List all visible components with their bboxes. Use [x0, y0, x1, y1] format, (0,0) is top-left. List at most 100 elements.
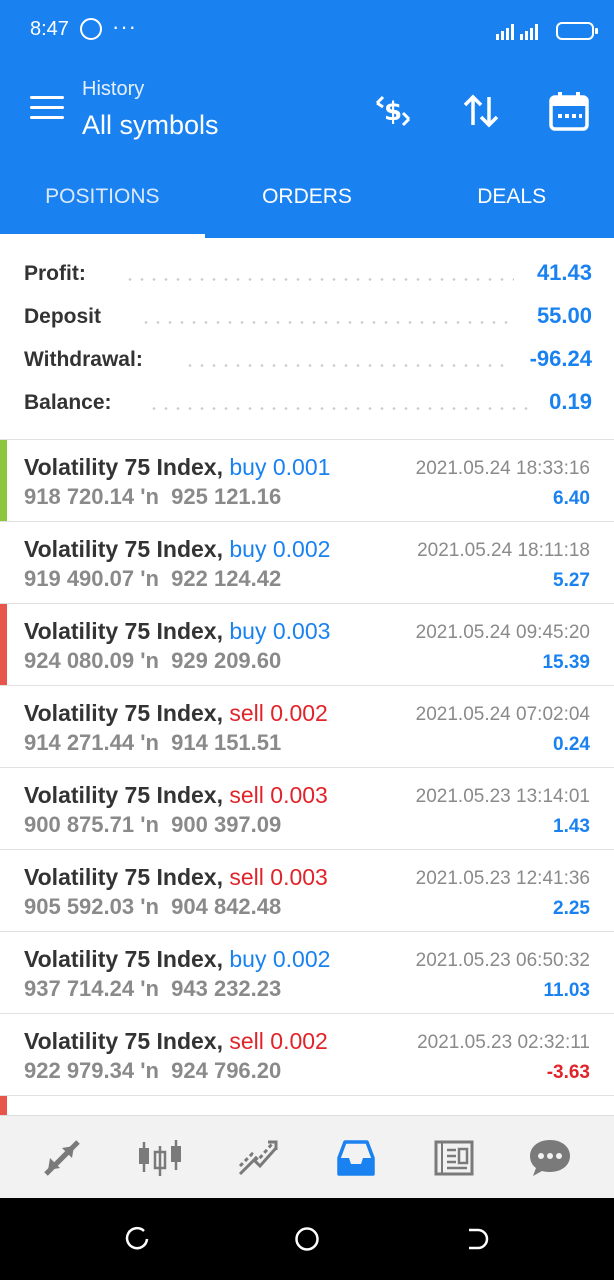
quotes-icon[interactable]	[38, 1134, 86, 1182]
position-prices: 914 271.44 'n 914 151.51	[24, 730, 281, 756]
tab-positions[interactable]: POSITIONS	[0, 156, 205, 238]
calendar-icon[interactable]	[546, 88, 592, 134]
price-arrow: 'n	[140, 484, 159, 509]
position-marker	[0, 932, 7, 1013]
trade-icon[interactable]	[234, 1134, 282, 1182]
chart-icon[interactable]	[136, 1134, 184, 1182]
position-date: 2021.05.23 12:41:36	[415, 868, 590, 889]
open-price: 919 490.07	[24, 566, 135, 591]
tab-deals[interactable]: DEALS	[409, 156, 614, 238]
position-prices: 905 592.03 'n 904 842.48	[24, 894, 281, 920]
home-icon[interactable]	[294, 1226, 320, 1252]
summary-label: Profit:	[24, 262, 86, 285]
position-row[interactable]: Volatility 75 Index, sell 0.003 905 592.…	[0, 849, 614, 931]
position-marker	[0, 768, 7, 849]
open-price: 914 271.44	[24, 730, 135, 755]
tab-orders[interactable]: ORDERS	[205, 156, 410, 238]
summary-row-profit: Profit: 41.43	[24, 254, 592, 294]
summary-label: Withdrawal:	[24, 348, 143, 371]
position-volume: sell 0.002	[229, 1028, 328, 1054]
position-symbol: Volatility 75 Index,	[24, 454, 223, 480]
summary-panel: Profit: 41.43 Deposit 55.00 Withdrawal: …	[0, 238, 614, 439]
close-price: 943 232.23	[171, 976, 282, 1001]
position-profit: 2.25	[553, 898, 590, 919]
header-title[interactable]: All symbols	[82, 110, 219, 141]
dotted-leader	[140, 321, 514, 324]
position-marker	[0, 1096, 7, 1115]
position-row[interactable]: Volatility 75 Index, buy 0.003 924 080.0…	[0, 603, 614, 685]
position-row[interactable]: Volatility 75 Index, buy 0.001 918 720.1…	[0, 439, 614, 521]
back-icon[interactable]	[464, 1226, 490, 1252]
status-time: 8:47	[30, 18, 69, 40]
price-arrow: 'n	[140, 976, 159, 1001]
position-row[interactable]: Volatility 75 Index, sell 0.002 922 979.…	[0, 1013, 614, 1095]
price-arrow: 'n	[140, 1058, 159, 1083]
position-title: Volatility 75 Index, sell 0.003	[24, 864, 328, 891]
position-prices: 922 979.34 'n 924 796.20	[24, 1058, 281, 1084]
price-arrow: 'n	[140, 566, 159, 591]
position-symbol: Volatility 75 Index,	[24, 864, 223, 890]
position-date: 2021.05.23 02:32:11	[417, 1032, 590, 1053]
dotted-leader	[148, 407, 528, 410]
close-price: 929 209.60	[171, 648, 282, 673]
position-marker	[0, 440, 7, 521]
position-title: Volatility 75 Index, buy 0.002	[24, 536, 330, 563]
position-volume: buy 0.002	[229, 946, 331, 972]
recent-apps-icon[interactable]	[124, 1226, 150, 1252]
price-arrow: 'n	[140, 894, 159, 919]
dotted-leader	[184, 364, 504, 367]
position-title: Volatility 75 Index, buy 0.001	[24, 454, 330, 481]
position-date: 2021.05.24 18:11:18	[417, 540, 590, 561]
position-symbol: Volatility 75 Index,	[24, 946, 223, 972]
summary-row-withdrawal: Withdrawal: -96.24	[24, 340, 592, 380]
position-title: Volatility 75 Index, buy 0.002	[24, 946, 330, 973]
position-symbol: Volatility 75 Index,	[24, 1028, 223, 1054]
status-bar: 8:47 ···	[0, 0, 614, 62]
price-arrow: 'n	[140, 812, 159, 837]
position-marker	[0, 850, 7, 931]
battery-icon	[556, 22, 598, 40]
position-row[interactable]: Volatility 75 Index, buy 0.002 919 490.0…	[0, 521, 614, 603]
history-icon[interactable]	[332, 1134, 380, 1182]
position-volume: sell 0.002	[229, 700, 328, 726]
sort-icon[interactable]	[458, 88, 504, 134]
whatsapp-icon	[80, 18, 102, 40]
summary-label: Balance:	[24, 391, 112, 414]
position-volume: buy 0.002	[229, 536, 331, 562]
position-marker	[0, 604, 7, 685]
position-profit: 1.43	[553, 816, 590, 837]
summary-label: Deposit	[24, 305, 102, 328]
close-price: 914 151.51	[171, 730, 282, 755]
position-profit: 0.24	[553, 734, 590, 755]
position-symbol: Volatility 75 Index,	[24, 536, 223, 562]
close-price: 900 397.09	[171, 812, 282, 837]
summary-value: -96.24	[529, 346, 592, 371]
summary-value: 0.19	[549, 389, 592, 414]
tab-bar: POSITIONS ORDERS DEALS	[0, 156, 614, 238]
open-price: 937 714.24	[24, 976, 135, 1001]
position-title: Volatility 75 Index, buy 0.003	[24, 618, 330, 645]
messages-icon[interactable]	[526, 1134, 574, 1182]
position-marker	[0, 686, 7, 767]
close-price: 904 842.48	[171, 894, 282, 919]
position-row[interactable]: Volatility 75 Index, sell 0.002 914 271.…	[0, 685, 614, 767]
open-price: 900 875.71	[24, 812, 135, 837]
news-icon[interactable]	[430, 1134, 478, 1182]
position-date: 2021.05.23 06:50:32	[415, 950, 590, 971]
signal-icon	[496, 24, 538, 40]
header-subtitle: History	[82, 78, 145, 100]
position-volume: sell 0.003	[229, 782, 328, 808]
dollar-exchange-icon[interactable]: $	[370, 88, 416, 134]
position-symbol: Volatility 75 Index,	[24, 700, 223, 726]
position-row[interactable]: Volatility 75 Index, sell 0.003 900 875.…	[0, 767, 614, 849]
position-profit: 11.03	[543, 980, 591, 1001]
menu-icon[interactable]	[30, 96, 64, 120]
position-date: 2021.05.24 09:45:20	[415, 622, 590, 643]
position-date: 2021.05.24 18:33:16	[415, 458, 590, 479]
position-row[interactable]: Volatility 75 Index, buy 0.002 937 714.2…	[0, 931, 614, 1013]
price-arrow: 'n	[140, 730, 159, 755]
price-arrow: 'n	[140, 648, 159, 673]
position-prices: 924 080.09 'n 929 209.60	[24, 648, 281, 674]
position-marker	[0, 522, 7, 603]
position-row-partial[interactable]	[0, 1095, 614, 1115]
